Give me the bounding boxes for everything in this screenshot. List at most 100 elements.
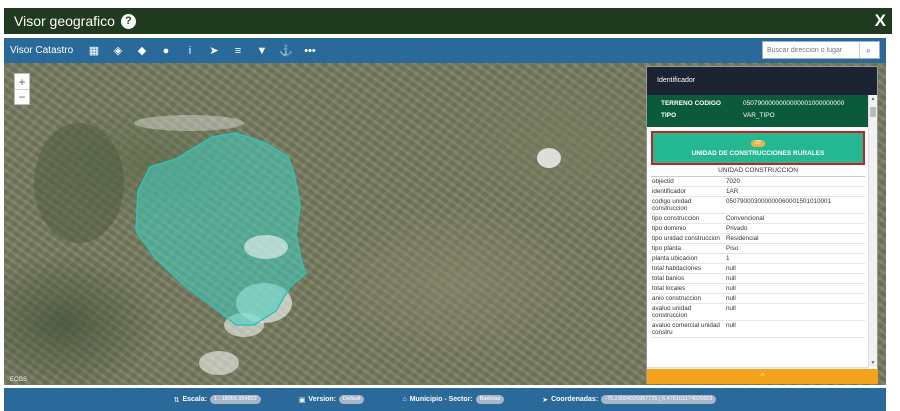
zoom-out-button[interactable]: − [15,89,29,104]
attribute-key: objectid [652,178,674,185]
zoom-in-button[interactable]: + [15,74,29,89]
version-item: ▣ Version: Default [299,395,365,404]
search-box: ⌕ [762,41,880,59]
parcel-summary: TERRENO CODIGO 0507900000000000001000000… [647,95,869,127]
layers-icon[interactable]: ◈ [106,38,130,63]
attribute-value: 1 [726,255,730,262]
title-bar: Visor geografico ? X [4,8,892,34]
filter-icon[interactable]: ▼ [250,38,274,63]
summary-key: TERRENO CODIGO [661,99,721,107]
summary-value: 0507900000000000001000000000 [743,99,845,107]
help-icon[interactable]: ? [120,13,136,29]
status-bar: ⇅ Escala: 1 : 18055.954822 ▣ Version: De… [4,388,886,411]
location-arrow-icon: ➤ [542,396,549,404]
attribute-key: total locales [652,285,686,292]
collapse-panel-button[interactable]: ^ [647,369,878,384]
construction-units-label: UNIDAD DE CONSTRUCCIONES RURALES [691,149,825,157]
search-icon[interactable]: ⌕ [859,42,877,58]
window-title: Visor geografico [14,13,115,29]
attribute-row: tipo construccion Convencional [651,214,865,224]
version-label: Version: [308,396,337,403]
attribute-value: null [726,285,736,292]
attribute-value: null [726,322,736,329]
navigate-icon[interactable]: ➤ [202,38,226,63]
attribute-row: total habitaciones null [651,264,865,274]
municipio-label: Municipio - Sector: [409,396,473,403]
count-badge: 22 [751,139,765,147]
coords-value: -75.23034025987725 | 6.476103174826603 [601,395,717,404]
scale-value: 1 : 18055.954822 [209,395,261,404]
attribute-table: objectid 7020 identificador 1AR codigo unida… [647,177,869,338]
attribute-value: null [726,295,736,302]
coords-item: ➤ Coordenadas: -75.23034025987725 | 6.47… [542,395,717,404]
scroll-up-icon[interactable]: ▲ [869,95,877,103]
attribute-key: tipo construccion [652,215,700,222]
attribute-row: tipo unidad construccion Residencial [651,234,865,244]
search-input[interactable] [763,42,859,58]
attribute-row: anio construccion null [651,294,865,304]
attribute-row: planta ubicacion 1 [651,254,865,264]
attribute-key: tipo unidad construccion [652,235,720,242]
version-value: Default [339,395,365,404]
summary-row: TIPO VAR_TIPO [661,109,869,121]
panel-body: TERRENO CODIGO 0507900000000000001000000… [647,95,869,367]
scale-label: Escala: [182,396,207,403]
zoom-control: + − [14,73,30,105]
attribute-value: null [726,305,736,312]
municipio-item: ⌂ Municipio - Sector: Barbosa [402,395,505,404]
app-name: Visor Catastro [10,45,74,56]
attribute-value: Residencial [726,235,759,242]
attribute-row: avaluo comercial unidad constru null [651,321,865,338]
attribute-value: Convencional [726,215,765,222]
attribute-key: planta ubicacion [652,255,698,262]
attribute-row: total locales null [651,284,865,294]
attribute-key: total banios [652,275,685,282]
parcel-polygon[interactable] [135,132,307,326]
building-icon: ⌂ [402,396,407,403]
attribute-row: total banios null [651,274,865,284]
attribute-row: codigo unidad construccion 05079000300000… [651,197,865,214]
scale-icon: ⇅ [173,396,180,404]
attribute-value: null [726,265,736,272]
summary-key: TIPO [661,111,677,119]
coords-label: Coordenadas: [551,396,599,403]
grid-icon[interactable]: ▦ [82,38,106,63]
geoviewer-window: Visor geografico ? X Visor Catastro ▦ ◈ … [0,0,900,411]
attribute-row: avaluo unidad construccion null [651,304,865,321]
scroll-thumb[interactable] [870,107,876,117]
attribute-key: tipo planta [652,245,682,252]
identify-panel: Identificador TERRENO CODIGO 05079000000… [646,66,878,384]
scroll-down-icon[interactable]: ▼ [869,359,877,367]
close-button[interactable]: X [875,11,886,31]
list-icon[interactable]: ≡ [226,38,250,63]
attribute-row: objectid 7020 [651,177,865,187]
section-title: UNIDAD CONSTRUCCION [651,167,865,177]
scale-item: ⇅ Escala: 1 : 18055.954822 [174,395,261,404]
attribute-row: tipo dominio Privado [651,224,865,234]
attribute-value: 1AR [726,188,739,195]
summary-row: TERRENO CODIGO 0507900000000000001000000… [661,97,869,109]
more-icon[interactable]: ••• [298,38,322,63]
attribute-value: null [726,275,736,282]
crs-label: ECGS [10,377,28,383]
attribute-value: Piso [726,245,739,252]
attribute-key: identificador [652,188,686,195]
attribute-key: tipo dominio [652,225,686,232]
attribute-key: avaluo unidad construccion [652,305,692,319]
camera-icon: ▣ [298,396,306,404]
attribute-value: Privado [726,225,748,232]
toolbar: Visor Catastro ▦ ◈ ◆ ● i ➤ ≡ ▼ ⚓ ••• ⌕ [4,38,886,63]
attribute-value: 050790003000000060001501010001 [726,198,832,205]
info-icon[interactable]: i [178,38,202,63]
municipio-value: Barbosa [475,395,505,404]
attribute-key: avaluo comercial unidad constru [652,322,720,336]
attribute-key: codigo unidad construccion [652,198,692,212]
vertical-scrollbar[interactable]: ▲ ▼ [868,95,877,367]
attribute-key: total habitaciones [652,265,702,272]
anchor-icon[interactable]: ⚓ [274,38,298,63]
eraser-icon[interactable]: ◆ [130,38,154,63]
panel-header: Identificador [647,67,877,95]
attribute-key: anio construccion [652,295,702,302]
construction-units-button[interactable]: 22 UNIDAD DE CONSTRUCCIONES RURALES [651,131,865,165]
record-icon[interactable]: ● [154,38,178,63]
